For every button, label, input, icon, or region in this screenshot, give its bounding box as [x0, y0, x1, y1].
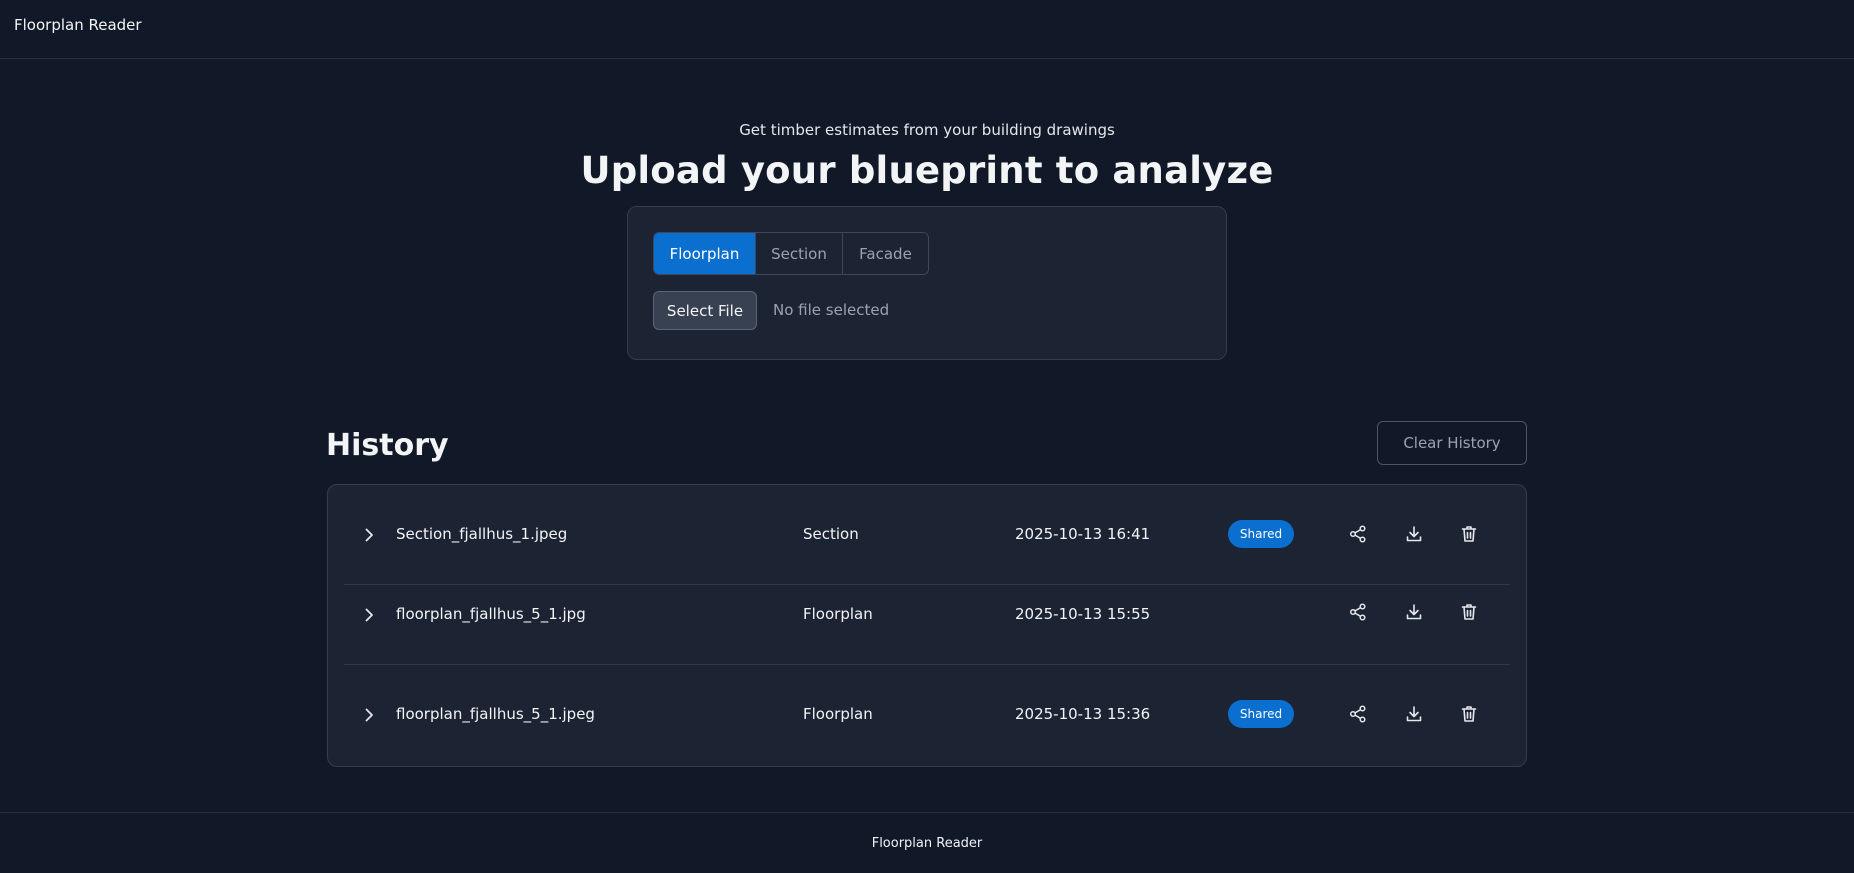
app-name[interactable]: Floorplan Reader — [14, 16, 142, 34]
tab-facade[interactable]: Facade — [843, 233, 928, 274]
file-name: floorplan_fjallhus_5_1.jpg — [396, 605, 586, 623]
download-icon[interactable] — [1404, 704, 1424, 724]
drawing-type-selector: Floorplan Section Facade — [653, 232, 929, 275]
upload-subtitle: Get timber estimates from your building … — [739, 121, 1115, 139]
download-icon[interactable] — [1404, 602, 1424, 622]
download-icon[interactable] — [1404, 524, 1424, 544]
chevron-right-icon[interactable] — [361, 707, 377, 723]
chevron-right-icon[interactable] — [361, 527, 377, 543]
select-file-button[interactable]: Select File — [653, 291, 757, 330]
upload-title: Upload your blueprint to analyze — [580, 149, 1274, 192]
trash-icon[interactable] — [1459, 704, 1479, 724]
timestamp: 2025-10-13 15:55 — [1015, 605, 1151, 623]
history-row: floorplan_fjallhus_5_1.jpeg Floorplan 20… — [344, 665, 1510, 765]
file-name: Section_fjallhus_1.jpeg — [396, 525, 568, 543]
drawing-type: Floorplan — [803, 605, 873, 623]
history-list: Section_fjallhus_1.jpeg Section 2025-10-… — [327, 484, 1527, 767]
history-row: floorplan_fjallhus_5_1.jpg Floorplan 202… — [344, 585, 1510, 665]
share-icon[interactable] — [1348, 704, 1368, 724]
file-name: floorplan_fjallhus_5_1.jpeg — [396, 705, 595, 723]
timestamp: 2025-10-13 16:41 — [1015, 525, 1151, 543]
drawing-type: Section — [803, 525, 859, 543]
timestamp: 2025-10-13 15:36 — [1015, 705, 1151, 723]
top-bar: Floorplan Reader — [0, 0, 1854, 59]
share-icon[interactable] — [1348, 602, 1368, 622]
file-status: No file selected — [773, 301, 890, 319]
trash-icon[interactable] — [1459, 524, 1479, 544]
shared-badge: Shared — [1228, 520, 1294, 548]
history-row: Section_fjallhus_1.jpeg Section 2025-10-… — [344, 485, 1510, 585]
footer: Floorplan Reader — [0, 812, 1854, 873]
drawing-type: Floorplan — [803, 705, 873, 723]
clear-history-button[interactable]: Clear History — [1377, 421, 1527, 465]
shared-badge: Shared — [1228, 700, 1294, 728]
trash-icon[interactable] — [1459, 602, 1479, 622]
upload-card: Floorplan Section Facade Select File No … — [627, 206, 1227, 360]
footer-text: Floorplan Reader — [871, 836, 983, 851]
history-title: History — [326, 428, 449, 463]
tab-floorplan[interactable]: Floorplan — [654, 233, 756, 274]
tab-section[interactable]: Section — [756, 233, 843, 274]
chevron-right-icon[interactable] — [361, 607, 377, 623]
share-icon[interactable] — [1348, 524, 1368, 544]
